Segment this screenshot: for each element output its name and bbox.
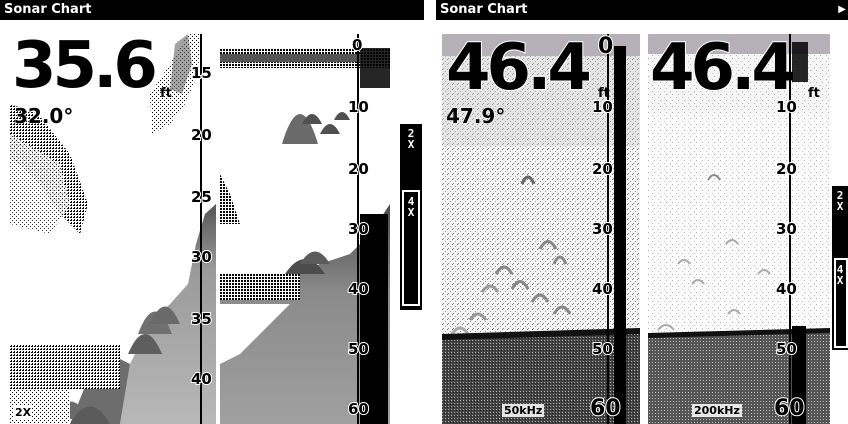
right-title-bar: Sonar Chart ▶ [436, 0, 848, 20]
right-50khz-frequency: 50kHz [502, 404, 545, 417]
left-zoom-scale-25: 25 [190, 187, 213, 207]
right-50khz-scale-40: 40 [591, 279, 614, 299]
left-title-bar: Sonar Chart [0, 0, 424, 20]
left-zoom-scale-20: 20 [190, 125, 213, 145]
left-full-scale: 0 10 20 30 40 50 60 [340, 34, 402, 424]
left-full-scale-30: 30 [347, 219, 370, 239]
right-50khz-scale: 0 10 20 30 40 50 60 [588, 34, 628, 424]
right-200khz-scale-10: 10 [775, 97, 798, 117]
left-title: Sonar Chart [4, 2, 92, 17]
right-200khz-frequency: 200kHz [692, 404, 742, 417]
left-temperature: 32.0° [13, 104, 74, 129]
left-zoom-bar-4x: 4X [407, 195, 415, 219]
left-zoom-scale-15: 15 [190, 63, 213, 83]
right-50khz-scale-0: 0 [597, 34, 614, 60]
left-zoom-scale-30: 30 [190, 247, 213, 267]
screen-divider [424, 0, 436, 424]
right-200khz-scale: 10 20 30 40 50 60 [770, 34, 814, 424]
right-200khz-scale-20: 20 [775, 159, 798, 179]
left-full-scale-40: 40 [347, 279, 370, 299]
right-50khz-scale-30: 30 [591, 219, 614, 239]
left-zoom-scale-40: 40 [190, 369, 213, 389]
right-sonar-screen: Sonar Chart ▶ 46.4 ft 47.9° 50kHz 0 10 2… [436, 0, 848, 424]
right-50khz-temperature: 47.9° [445, 104, 506, 129]
left-sonar-screen: Sonar Chart 35.6 ft 32.0° 2X 15 20 25 30… [0, 0, 424, 424]
right-200khz-bottom-depth: 60 [773, 395, 806, 422]
right-zoom-bar[interactable]: 2X 4X [832, 186, 848, 350]
right-zoom-bar-2x: 2X [836, 189, 844, 213]
right-50khz-depth-readout: 46.4 [445, 34, 593, 105]
left-zoom-scale-35: 35 [190, 309, 213, 329]
right-title: Sonar Chart [440, 2, 528, 17]
left-full-scale-20: 20 [347, 159, 370, 179]
left-zoom-bar[interactable]: 2X 4X [400, 124, 422, 310]
right-200khz-scale-40: 40 [775, 279, 798, 299]
left-zoom-scale-ticks [200, 34, 202, 424]
left-zoom-bar-2x: 2X [407, 127, 415, 151]
left-depth-readout: 35.6 [11, 34, 159, 103]
left-full-scale-0: 0 [351, 35, 364, 55]
right-50khz-scale-20: 20 [591, 159, 614, 179]
right-50khz-scale-10: 10 [591, 97, 614, 117]
title-arrow-icon: ▶ [838, 4, 846, 15]
left-full-scale-50: 50 [347, 339, 370, 359]
left-zoom-indicator: 2X [14, 406, 33, 419]
left-full-scale-60: 60 [347, 399, 370, 419]
left-zoom-scale: 15 20 25 30 35 40 [185, 34, 215, 424]
right-zoom-bar-4x: 4X [836, 263, 844, 287]
right-200khz-scale-50: 50 [775, 339, 798, 359]
right-200khz-scale-30: 30 [775, 219, 798, 239]
right-50khz-scale-50: 50 [591, 339, 614, 359]
right-50khz-bottom-depth: 60 [589, 395, 622, 422]
left-depth-unit: ft [160, 86, 172, 101]
left-full-scale-10: 10 [347, 97, 370, 117]
